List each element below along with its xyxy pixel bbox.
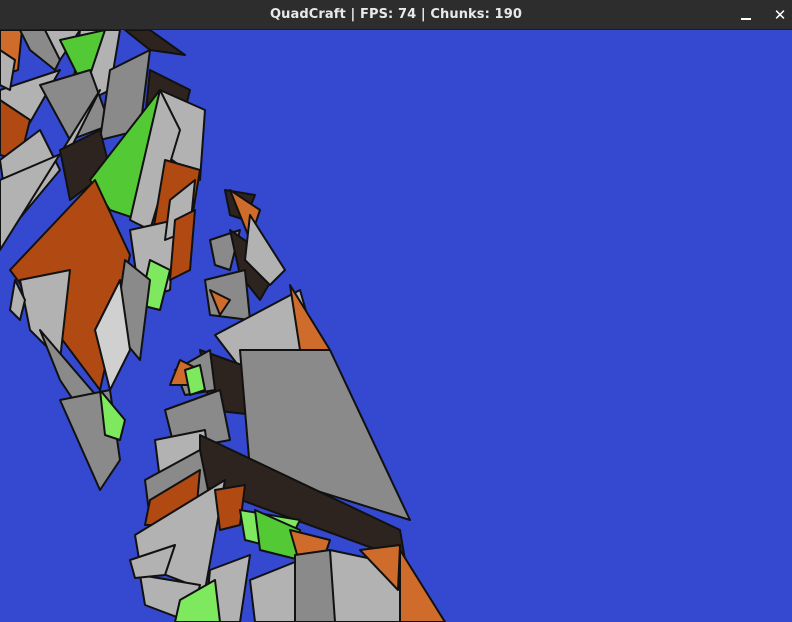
minimize-button[interactable] bbox=[731, 0, 761, 30]
terrain-face bbox=[399, 549, 446, 622]
terrain-face bbox=[214, 484, 246, 531]
close-button[interactable]: ✕ bbox=[765, 0, 792, 30]
window-title: QuadCraft | FPS: 74 | Chunks: 190 bbox=[269, 7, 522, 22]
game-viewport[interactable] bbox=[0, 30, 792, 622]
terrain-face bbox=[99, 389, 126, 441]
terrain-render bbox=[0, 30, 446, 622]
title-bar[interactable]: QuadCraft | FPS: 74 | Chunks: 190 ✕ bbox=[0, 0, 792, 30]
terrain-face bbox=[124, 30, 186, 56]
terrain-face bbox=[19, 269, 71, 361]
game-window: QuadCraft | FPS: 74 | Chunks: 190 ✕ bbox=[0, 0, 792, 622]
close-icon: ✕ bbox=[773, 6, 787, 24]
minimize-icon bbox=[741, 10, 751, 20]
